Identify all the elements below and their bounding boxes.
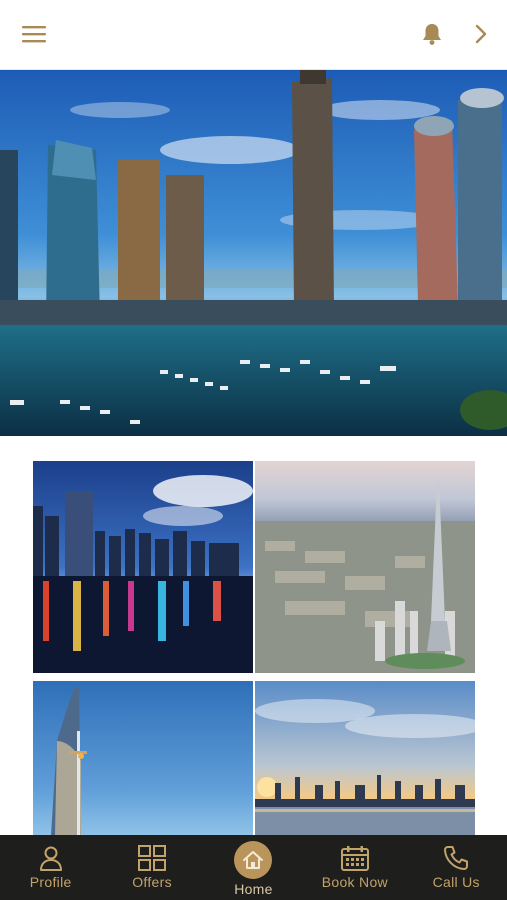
hamburger-menu-icon [22, 26, 46, 43]
nav-book-now[interactable]: Book Now [304, 835, 405, 900]
nav-profile[interactable]: Profile [0, 835, 101, 900]
image-gallery [33, 461, 475, 835]
next-button[interactable] [467, 20, 495, 48]
gallery-tile[interactable] [33, 461, 253, 673]
grid-icon [138, 845, 167, 871]
nav-call-us-label: Call Us [432, 874, 480, 890]
app-screen: Profile Offers Home Book Now Call Us [0, 0, 507, 900]
notifications-button[interactable] [418, 20, 446, 48]
nav-profile-label: Profile [29, 874, 72, 890]
nav-call-us[interactable]: Call Us [406, 835, 507, 900]
dubai-marina-skyline-photo [0, 70, 507, 436]
gallery-tile[interactable] [255, 681, 475, 835]
bottom-navigation: Profile Offers Home Book Now Call Us [0, 835, 507, 900]
person-icon [39, 846, 62, 871]
gallery-tile[interactable] [255, 461, 475, 673]
gallery-tile[interactable] [33, 681, 253, 835]
calendar-icon [340, 846, 369, 871]
burj-al-arab-tower-photo [33, 681, 253, 835]
nav-offers[interactable]: Offers [102, 835, 203, 900]
bell-icon [423, 24, 441, 45]
home-icon [243, 851, 264, 869]
home-active-badge [234, 841, 273, 879]
nav-book-now-label: Book Now [321, 874, 388, 890]
menu-button[interactable] [20, 20, 48, 48]
skyline-sunset-waterfront-photo [255, 681, 475, 835]
nav-home[interactable]: Home [203, 835, 304, 900]
nav-offers-label: Offers [132, 874, 172, 890]
burj-khalifa-aerial-photo [255, 461, 475, 673]
phone-icon [444, 846, 469, 870]
nav-home-label: Home [234, 881, 273, 897]
top-bar [0, 0, 507, 70]
city-skyline-night-reflection-photo [33, 461, 253, 673]
chevron-right-icon [475, 24, 487, 44]
hero-banner-image [0, 70, 507, 436]
